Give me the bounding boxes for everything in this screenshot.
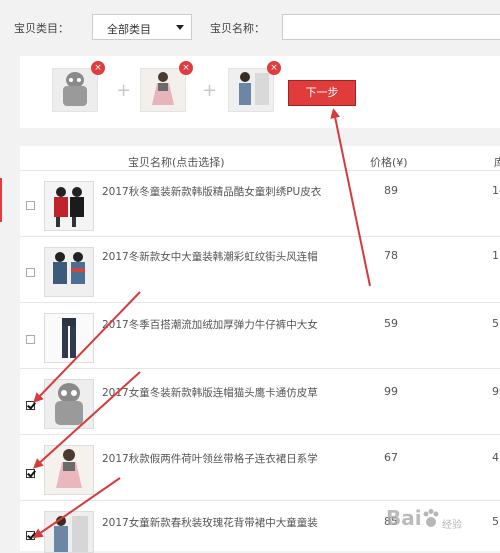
arrow-to-checkbox-1 [33,291,141,403]
watermark: Bai 经验 [386,506,498,546]
paw-icon [423,509,439,527]
watermark-brand: Bai [386,506,422,530]
arrow-to-checkbox-3 [32,477,121,539]
watermark-sub: 经验 [442,520,462,531]
arrow-to-next-step [330,108,371,287]
arrow-to-checkbox-2 [33,371,141,469]
annotation-arrows [32,108,371,539]
